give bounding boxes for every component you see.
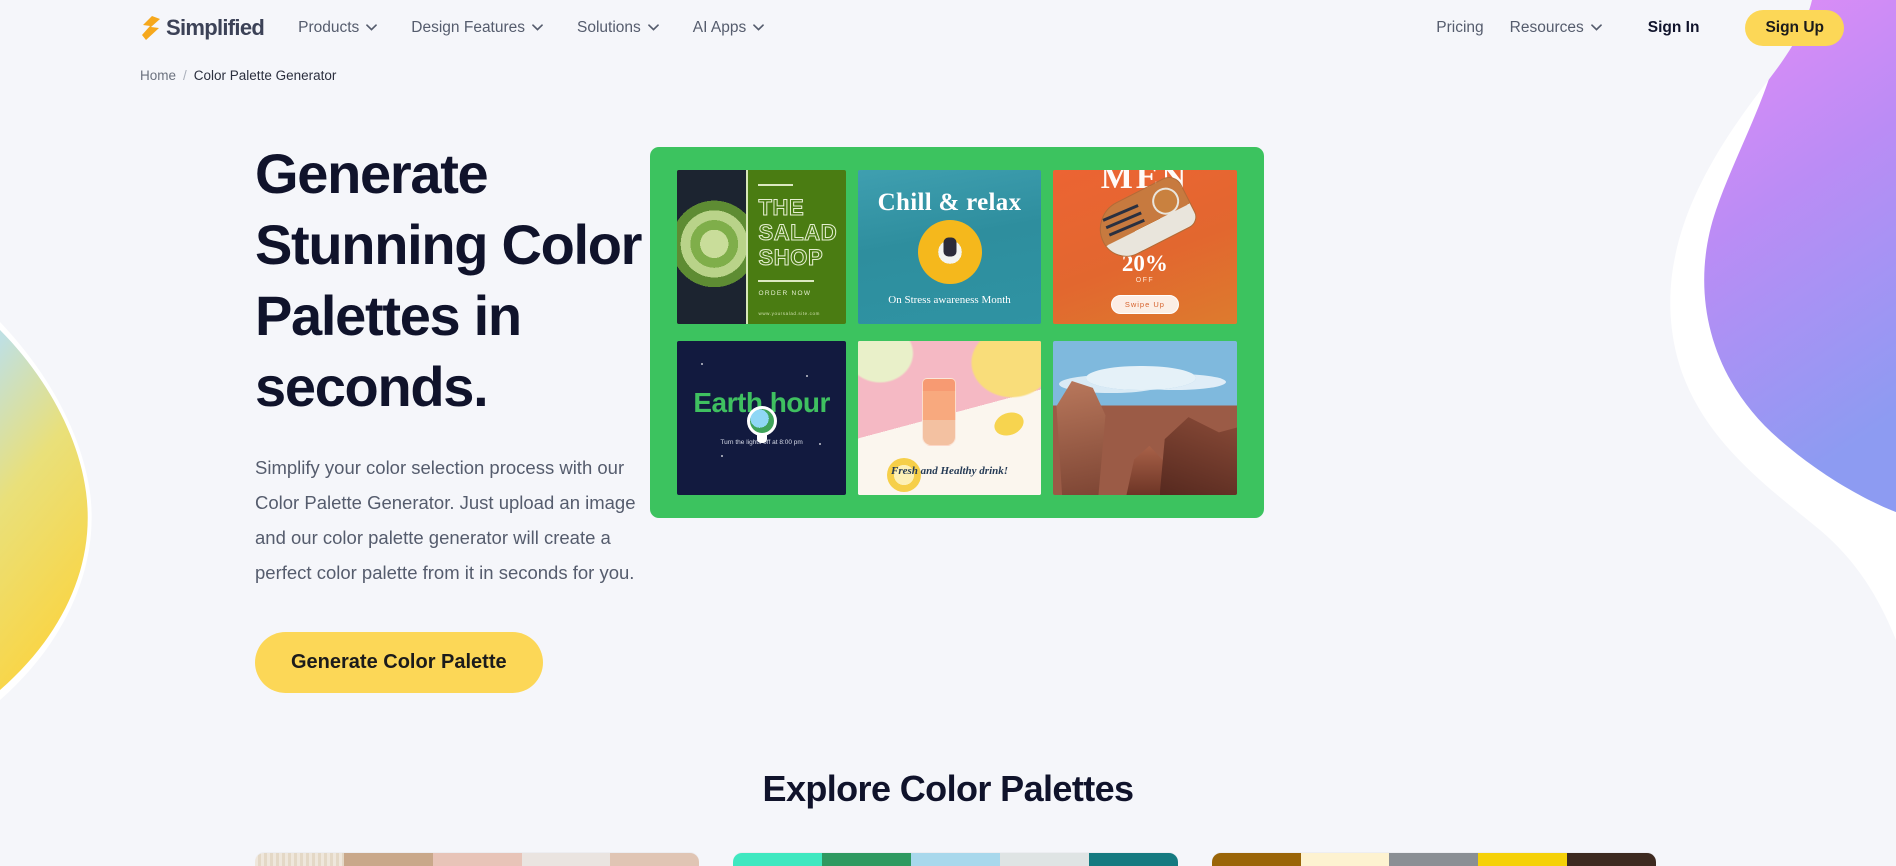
hero-illustration: THE SALAD SHOP ORDER NOW www.yoursalad.s… bbox=[650, 138, 1264, 518]
salad-url-text: www.yoursalad.site.com bbox=[758, 311, 820, 316]
chevron-down-icon bbox=[753, 24, 765, 31]
nav-item-label: Solutions bbox=[577, 18, 641, 36]
primary-navigation: Products Design Features Solutions AI Ap… bbox=[298, 18, 765, 37]
divider bbox=[758, 184, 794, 186]
secondary-navigation: Pricing Resources Sign In Sign Up bbox=[1436, 9, 1844, 46]
generate-color-palette-button[interactable]: Generate Color Palette bbox=[255, 632, 543, 693]
palette-swatch[interactable] bbox=[432, 853, 522, 866]
collage-tile-fresh-drink: Fresh and Healthy drink! bbox=[858, 341, 1041, 495]
pool-float-graphic bbox=[917, 220, 982, 284]
shoe-discount-sub: OFF bbox=[1135, 277, 1154, 284]
palette-swatch[interactable] bbox=[999, 853, 1089, 866]
chevron-down-icon bbox=[366, 24, 378, 31]
template-collage: THE SALAD SHOP ORDER NOW www.yoursalad.s… bbox=[650, 147, 1264, 518]
palette-swatch[interactable] bbox=[1300, 853, 1390, 866]
nav-item-resources[interactable]: Resources bbox=[1510, 19, 1602, 37]
divider bbox=[758, 280, 814, 282]
earth-bulb-icon bbox=[746, 405, 777, 436]
site-header: Simplified Products Design Features Solu… bbox=[0, 0, 1896, 55]
star-icon bbox=[805, 374, 808, 377]
palette-swatch[interactable] bbox=[1567, 853, 1656, 866]
shoe-swipe-up-button: Swipe Up bbox=[1110, 295, 1179, 314]
nav-item-pricing[interactable]: Pricing bbox=[1436, 19, 1483, 37]
logo[interactable]: Simplified bbox=[140, 14, 265, 41]
nav-item-design-features[interactable]: Design Features bbox=[411, 19, 543, 37]
chevron-down-icon bbox=[1590, 24, 1602, 31]
palette-card-neutral-warm[interactable] bbox=[255, 853, 700, 866]
cloud-graphic bbox=[1085, 365, 1197, 391]
star-icon bbox=[819, 442, 822, 445]
canyon-photo-graphic bbox=[1052, 341, 1237, 495]
palette-swatch[interactable] bbox=[822, 853, 912, 866]
salad-headline: THE SALAD SHOP bbox=[758, 195, 838, 271]
palette-list bbox=[0, 810, 1896, 866]
nav-item-label: Products bbox=[298, 18, 360, 36]
drink-caption: Fresh and Healthy drink! bbox=[890, 465, 1009, 478]
nav-item-label: Design Features bbox=[411, 18, 526, 36]
breadcrumb: Home / Color Palette Generator bbox=[0, 55, 1896, 83]
logo-text: Simplified bbox=[166, 14, 265, 40]
hero-copy: Generate Stunning Color Palettes in seco… bbox=[0, 138, 650, 693]
palette-swatch[interactable] bbox=[1389, 853, 1479, 866]
palette-card-teal-green[interactable] bbox=[733, 853, 1178, 866]
palette-swatch[interactable] bbox=[911, 853, 1000, 866]
palette-swatch[interactable] bbox=[343, 853, 433, 866]
collage-tile-earth-hour: Earth hour Turn the lights off at 8:00 p… bbox=[677, 341, 847, 495]
breadcrumb-separator: / bbox=[183, 68, 187, 83]
hero-section: Generate Stunning Color Palettes in seco… bbox=[0, 83, 1896, 693]
palette-swatch[interactable] bbox=[521, 853, 611, 866]
palette-swatch[interactable] bbox=[610, 853, 700, 866]
sign-in-button[interactable]: Sign In bbox=[1627, 9, 1720, 46]
palette-swatch[interactable] bbox=[1088, 853, 1178, 866]
nav-item-products[interactable]: Products bbox=[298, 18, 378, 37]
collage-tile-canyon bbox=[1052, 341, 1237, 495]
chill-caption: On Stress awareness Month bbox=[888, 294, 1011, 306]
breadcrumb-home-link[interactable]: Home bbox=[140, 68, 176, 83]
star-icon bbox=[700, 362, 703, 365]
drink-glass-graphic bbox=[921, 377, 956, 446]
hero-description: Simplify your color selection process wi… bbox=[255, 457, 636, 583]
chevron-down-icon bbox=[532, 24, 543, 31]
salad-cta-text: ORDER NOW bbox=[758, 290, 812, 297]
page-title: Generate Stunning Color Palettes in seco… bbox=[255, 142, 642, 418]
palette-swatch[interactable] bbox=[1211, 853, 1301, 866]
explore-section: Explore Color Palettes bbox=[0, 768, 1896, 810]
breadcrumb-current-page: Color Palette Generator bbox=[193, 68, 337, 83]
nav-item-ai-apps[interactable]: AI Apps bbox=[692, 18, 765, 37]
collage-tile-shoe-sale: MEN 20% OFF Swipe Up bbox=[1052, 170, 1237, 324]
palette-swatch[interactable] bbox=[733, 853, 823, 866]
chevron-down-icon bbox=[647, 24, 659, 31]
chill-headline: Chill & relax bbox=[877, 189, 1022, 216]
rock-formation bbox=[1056, 381, 1106, 495]
simplified-bolt-logo-icon bbox=[140, 15, 162, 40]
star-icon bbox=[721, 454, 723, 457]
collage-tile-chill-relax: Chill & relax On Stress awareness Month bbox=[858, 170, 1041, 324]
salad-bowl-graphic bbox=[677, 170, 747, 324]
explore-section-title: Explore Color Palettes bbox=[762, 768, 1135, 809]
collage-tile-salad-shop: THE SALAD SHOP ORDER NOW www.yoursalad.s… bbox=[677, 170, 847, 324]
nav-item-label: AI Apps bbox=[692, 18, 747, 36]
nav-item-label: Pricing bbox=[1436, 18, 1484, 36]
rock-formation bbox=[1159, 417, 1237, 495]
nav-item-solutions[interactable]: Solutions bbox=[577, 19, 659, 37]
sign-up-button[interactable]: Sign Up bbox=[1745, 9, 1844, 46]
palette-card-gold-brown[interactable] bbox=[1211, 853, 1656, 866]
nav-item-label: Resources bbox=[1509, 18, 1584, 36]
palette-swatch[interactable] bbox=[255, 853, 344, 866]
salad-poster-text: THE SALAD SHOP ORDER NOW www.yoursalad.s… bbox=[746, 170, 846, 324]
palette-swatch[interactable] bbox=[1478, 853, 1568, 866]
